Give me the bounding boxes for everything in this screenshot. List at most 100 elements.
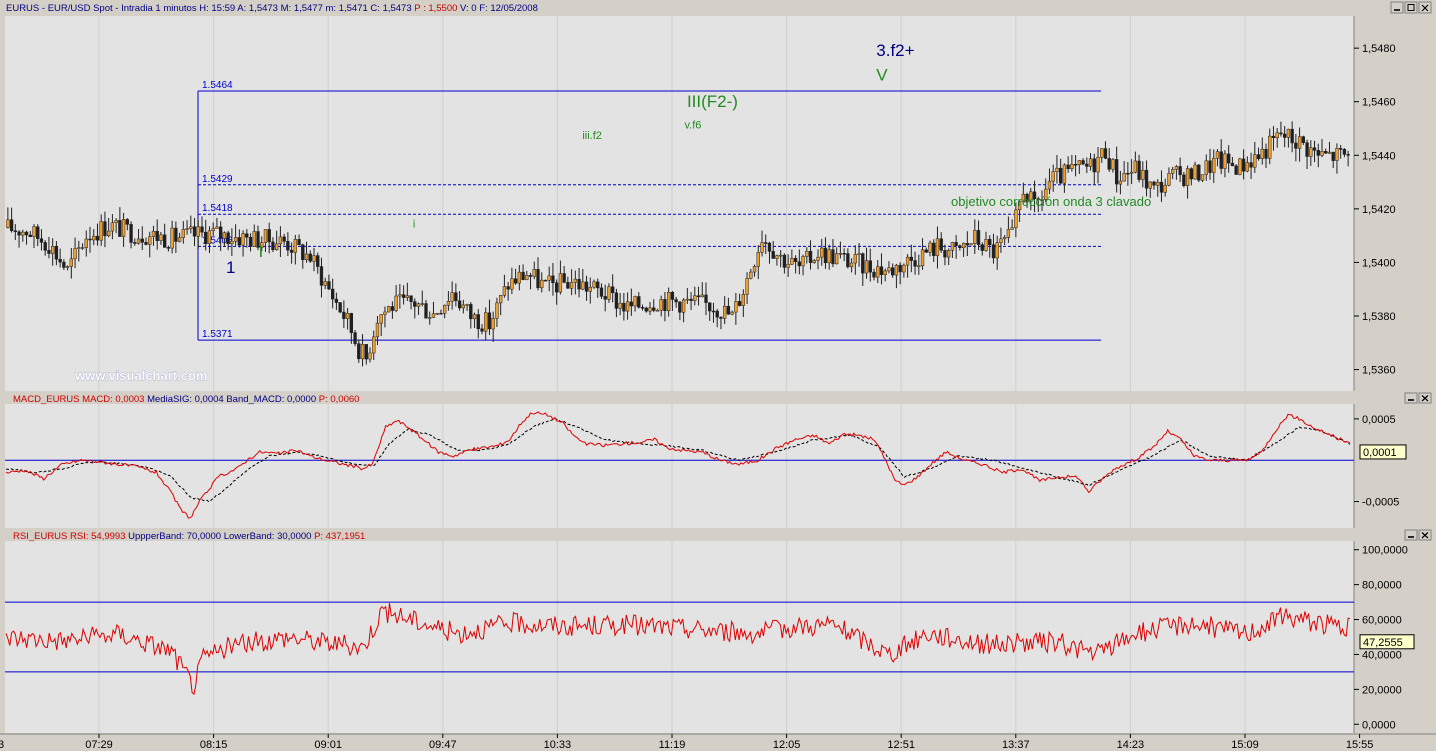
candle-body [1234, 165, 1238, 175]
candle-body [618, 302, 622, 309]
header-v-value: V: 0 [460, 3, 479, 14]
candle-body [954, 242, 958, 246]
candle-body [185, 228, 189, 230]
candle-body [510, 278, 514, 290]
maximize-button[interactable] [1404, 1, 1418, 14]
rsi-close-button[interactable] [1418, 529, 1432, 541]
candle-body [961, 243, 966, 249]
candle-body [1335, 148, 1339, 161]
candle-body [170, 227, 174, 249]
candle-body [420, 303, 424, 305]
candle-body [581, 281, 585, 290]
time-tick-label: 15:55 [1346, 739, 1374, 751]
candle-body [1238, 158, 1242, 175]
macd-minimize-button[interactable] [1404, 392, 1418, 404]
candle-body [200, 226, 204, 233]
y-tick-label: 0,0005 [1362, 414, 1396, 426]
y-tick-label: 80,0000 [1362, 580, 1402, 592]
candle-body [398, 294, 402, 297]
candle-body [196, 226, 200, 237]
candle-body [670, 292, 675, 300]
candle-body [1301, 136, 1306, 143]
candle-body [62, 261, 66, 268]
candle-body [349, 313, 354, 333]
candle-body [1268, 135, 1272, 159]
candle-body [50, 245, 55, 254]
candle-body [775, 255, 779, 259]
wave-label: V [876, 65, 888, 84]
candle-body [413, 301, 417, 307]
candle-body [782, 254, 787, 268]
candle-body [394, 295, 398, 311]
wave-label: I [258, 242, 263, 261]
candle-body [1346, 154, 1350, 156]
candle-body [118, 220, 122, 237]
candle-body [767, 242, 772, 252]
candle-body [461, 304, 466, 309]
candle-body [610, 286, 615, 294]
candle-body [801, 256, 805, 267]
candle-body [1297, 136, 1302, 149]
candle-body [99, 221, 103, 241]
y-tick-label: 1,5440 [1362, 150, 1396, 162]
candle-body [218, 226, 223, 239]
candle-body [1088, 158, 1093, 167]
header-stat-label: M: [281, 3, 294, 14]
indicator-legend-entry: UppperBand: 70,0000 [128, 531, 224, 542]
candle-body [1338, 148, 1343, 150]
candle-body [1219, 151, 1223, 169]
candle-body [1107, 158, 1111, 170]
candle-body [386, 306, 391, 313]
candle-body [1085, 163, 1089, 167]
candle-body [1271, 135, 1276, 138]
candle-body [1324, 151, 1328, 154]
indicator-legend-entry: P: 0,0060 [319, 394, 360, 405]
candle-body [301, 244, 305, 261]
y-tick-label: 1,5460 [1362, 97, 1396, 109]
candle-body [525, 275, 529, 280]
candle-body [338, 302, 342, 313]
candle-body [786, 264, 790, 268]
candle-body [114, 220, 118, 223]
candle-body [360, 344, 365, 360]
candle-body [756, 252, 760, 267]
candle-body [932, 242, 936, 256]
candle-body [820, 247, 824, 258]
minimize-button[interactable] [1390, 1, 1404, 14]
candle-body [1282, 133, 1287, 138]
badge-text: 0,0001 [1363, 447, 1397, 459]
candle-body [110, 222, 115, 232]
candle-body [416, 303, 421, 307]
candle-body [655, 309, 660, 312]
y-tick-label: -0,0005 [1362, 497, 1399, 509]
y-tick-label: 100,0000 [1362, 545, 1408, 557]
candle-body [1096, 157, 1100, 173]
candle-body [28, 234, 32, 238]
rsi-minimize-button[interactable] [1404, 529, 1418, 541]
candle-body [543, 279, 548, 282]
candle-body [1126, 173, 1130, 175]
candle-body [125, 219, 130, 225]
candle-body [308, 253, 312, 262]
candle-body [917, 265, 921, 268]
time-tick-label: 11:19 [659, 739, 686, 751]
candle-body [659, 299, 663, 311]
candle-body [969, 243, 973, 246]
price-level-label: 1.5429 [202, 174, 233, 185]
candle-body [230, 240, 234, 245]
candle-body [1204, 160, 1208, 175]
candle-body [984, 239, 988, 251]
candle-body [424, 303, 428, 319]
candle-body [876, 266, 880, 278]
y-tick-label: 1,5360 [1362, 365, 1396, 377]
candle-body [588, 286, 592, 292]
indicator-legend-entry: Band_MACD: 0,0000 [226, 394, 318, 405]
candle-body [790, 257, 794, 265]
candle-body [1189, 168, 1194, 180]
close-button[interactable] [1418, 1, 1432, 14]
candle-body [222, 232, 227, 239]
candle-body [375, 322, 380, 338]
macd-close-button[interactable] [1418, 392, 1432, 404]
candle-body [80, 247, 85, 249]
candle-body [6, 219, 10, 228]
